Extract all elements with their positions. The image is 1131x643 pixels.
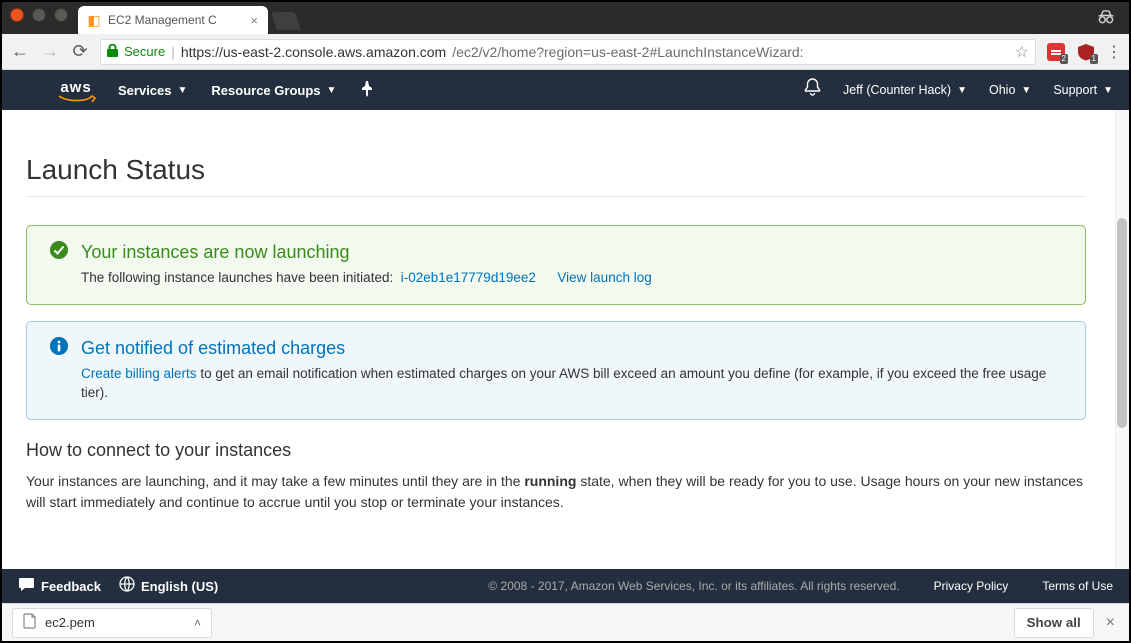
window-close-button[interactable] — [10, 8, 24, 22]
nav-account-label: Jeff (Counter Hack) — [843, 83, 951, 97]
bookmark-star-icon[interactable]: ☆ — [1015, 42, 1029, 62]
close-downloads-bar-button[interactable]: × — [1102, 614, 1119, 632]
window-controls — [10, 8, 68, 22]
back-button[interactable]: ← — [10, 41, 30, 62]
scrollbar[interactable] — [1115, 110, 1129, 569]
caret-down-icon: ▼ — [1021, 85, 1031, 96]
nav-support-label: Support — [1053, 83, 1097, 97]
downloads-bar: ec2.pem ˄ Show all × — [2, 603, 1129, 641]
aws-logo-text: aws — [60, 80, 91, 95]
caret-down-icon: ▼ — [957, 85, 967, 96]
download-chip[interactable]: ec2.pem ˄ — [12, 608, 212, 638]
aws-favicon-icon: ◧ — [86, 12, 102, 28]
success-text: The following instance launches have bee… — [81, 270, 393, 285]
feedback-label: Feedback — [41, 579, 101, 594]
download-filename: ec2.pem — [45, 615, 95, 630]
connect-heading: How to connect to your instances — [26, 440, 1086, 461]
extension-2-icon[interactable]: 1 — [1076, 42, 1096, 62]
tab-strip: ◧ EC2 Management C × — [2, 2, 1129, 34]
browser-tab[interactable]: ◧ EC2 Management C × — [78, 6, 268, 34]
create-billing-alerts-link[interactable]: Create billing alerts — [81, 366, 197, 381]
copyright-text: © 2008 - 2017, Amazon Web Services, Inc.… — [488, 579, 899, 593]
info-icon — [49, 336, 69, 356]
connect-text-bold: running — [524, 473, 576, 489]
nav-account[interactable]: Jeff (Counter Hack) ▼ — [843, 83, 967, 97]
window-maximize-button[interactable] — [54, 8, 68, 22]
aws-smile-icon — [58, 95, 94, 101]
nav-support[interactable]: Support ▼ — [1053, 83, 1113, 97]
nav-region-label: Ohio — [989, 83, 1015, 97]
window-minimize-button[interactable] — [32, 8, 46, 22]
success-body: The following instance launches have bee… — [81, 269, 1065, 288]
connect-text-a: Your instances are launching, and it may… — [26, 473, 524, 489]
view-launch-log-link[interactable]: View launch log — [557, 270, 651, 285]
extension-2-badge: 1 — [1090, 54, 1098, 64]
reload-button[interactable]: ⟳ — [70, 41, 90, 62]
success-check-icon — [49, 240, 69, 260]
pin-icon[interactable] — [360, 81, 374, 100]
aws-footer: Feedback English (US) © 2008 - 2017, Ama… — [2, 569, 1129, 603]
browser-window: ◧ EC2 Management C × ← → ⟳ Secure | http… — [2, 2, 1129, 641]
terms-of-use-link[interactable]: Terms of Use — [1042, 579, 1113, 593]
aws-navbar: aws Services ▼ Resource Groups ▼ Jeff (C… — [2, 70, 1129, 110]
billing-heading: Get notified of estimated charges — [81, 338, 1065, 359]
tab-close-icon[interactable]: × — [250, 13, 258, 28]
new-tab-button[interactable] — [271, 12, 301, 30]
speech-bubble-icon — [18, 577, 35, 596]
scrollbar-thumb[interactable] — [1117, 218, 1127, 428]
notifications-bell-icon[interactable] — [804, 78, 821, 102]
success-heading: Your instances are now launching — [81, 242, 1065, 263]
divider — [26, 196, 1086, 197]
page-title: Launch Status — [26, 154, 1086, 186]
language-selector[interactable]: English (US) — [119, 576, 218, 596]
extension-1-badge: 2 — [1060, 54, 1068, 64]
tab-title: EC2 Management C — [108, 13, 217, 27]
caret-down-icon: ▼ — [1103, 85, 1113, 96]
nav-resource-groups[interactable]: Resource Groups ▼ — [211, 83, 336, 98]
secure-label: Secure — [124, 44, 165, 59]
browser-menu-button[interactable]: ⋮ — [1106, 42, 1121, 62]
privacy-policy-link[interactable]: Privacy Policy — [934, 579, 1009, 593]
nav-region[interactable]: Ohio ▼ — [989, 83, 1031, 97]
url-input[interactable]: Secure | https://us-east-2.console.aws.a… — [100, 39, 1036, 65]
globe-icon — [119, 576, 135, 596]
billing-info-box: Get notified of estimated charges Create… — [26, 321, 1086, 420]
billing-body: Create billing alerts to get an email no… — [81, 365, 1065, 403]
incognito-icon — [1095, 6, 1117, 33]
nav-resource-groups-label: Resource Groups — [211, 83, 320, 98]
instance-id-link[interactable]: i-02eb1e17779d19ee2 — [401, 270, 536, 285]
chevron-up-icon[interactable]: ˄ — [194, 616, 201, 630]
aws-logo[interactable]: aws — [18, 80, 94, 101]
nav-services-label: Services — [118, 83, 172, 98]
url-path: /ec2/v2/home?region=us-east-2#LaunchInst… — [452, 44, 803, 60]
language-label: English (US) — [141, 579, 218, 594]
url-host: https://us-east-2.console.aws.amazon.com — [181, 44, 446, 60]
file-icon — [23, 613, 37, 633]
nav-services[interactable]: Services ▼ — [118, 83, 187, 98]
caret-down-icon: ▼ — [178, 85, 188, 96]
connect-paragraph: Your instances are launching, and it may… — [26, 471, 1086, 513]
extension-1-icon[interactable]: 2 — [1046, 42, 1066, 62]
caret-down-icon: ▼ — [327, 85, 337, 96]
separator: | — [171, 44, 175, 60]
lock-icon — [107, 44, 118, 60]
launch-success-box: Your instances are now launching The fol… — [26, 225, 1086, 305]
feedback-link[interactable]: Feedback — [18, 577, 101, 596]
show-all-downloads-button[interactable]: Show all — [1014, 608, 1094, 638]
address-bar: ← → ⟳ Secure | https://us-east-2.console… — [2, 34, 1129, 70]
billing-body-text: to get an email notification when estima… — [81, 366, 1046, 400]
page-body: Launch Status Your instances are now lau… — [2, 110, 1129, 569]
forward-button: → — [40, 41, 60, 62]
